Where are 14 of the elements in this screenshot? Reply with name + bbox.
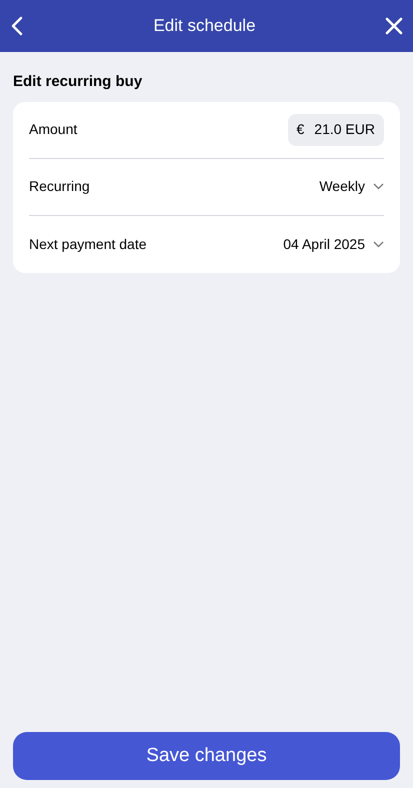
close-icon [384,17,403,35]
chevron-down-icon [373,240,384,248]
row-label: Recurring [29,177,90,196]
dropdown[interactable]: Weekly [319,176,384,197]
header-title: Edit schedule [153,15,256,38]
save-button[interactable]: Save changes [13,732,400,780]
back-icon [11,16,23,36]
dropdown[interactable]: 04 April 2025 [283,234,384,254]
close-button[interactable] [382,15,405,37]
amount-field[interactable]: € 21.0 EUR [288,114,384,146]
section-title: Edit recurring buy [13,72,144,92]
chevron-down-icon [373,183,384,190]
row-label: Next payment date [29,234,147,254]
row-label: Amount [29,120,78,139]
